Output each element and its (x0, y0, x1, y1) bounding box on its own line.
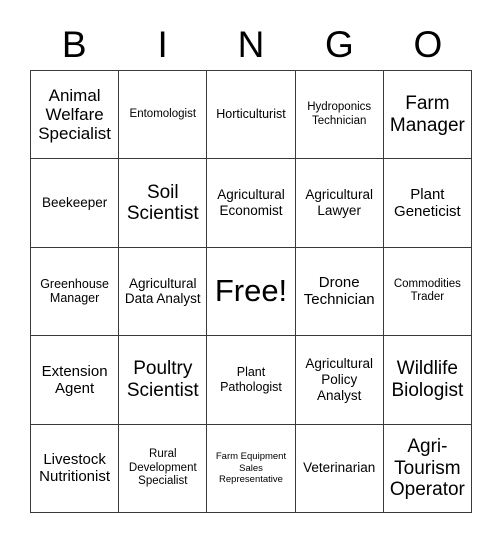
header-letter-i: I (157, 23, 168, 65)
bingo-cell[interactable]: Wildlife Biologist (383, 336, 472, 425)
bingo-cell-label: Entomologist (129, 107, 197, 120)
bingo-cell[interactable]: Entomologist (119, 71, 208, 160)
bingo-cell-label: Hydroponics Technician (307, 101, 372, 127)
bingo-cell-label: Farm Equipment Sales Representative (215, 450, 287, 486)
bingo-cell[interactable]: Greenhouse Manager (31, 247, 120, 337)
bingo-cell-label: Beekeeper (41, 195, 108, 211)
bingo-cell-free[interactable]: Free! (207, 247, 296, 337)
bingo-cell-label: Animal Welfare Specialist (38, 85, 111, 144)
header-letter-b: B (61, 23, 87, 65)
header-letter-o: O (413, 23, 443, 65)
bingo-cell[interactable]: Soil Scientist (119, 159, 208, 248)
bingo-cell[interactable]: Beekeeper (31, 159, 120, 248)
bingo-cell-label: Agricultural Data Analyst (124, 275, 201, 307)
header-letter-n: N (237, 23, 265, 65)
bingo-cell-label: Plant Geneticist (394, 185, 461, 221)
bingo-cell[interactable]: Farm Equipment Sales Representative (207, 424, 296, 513)
header-letter-g: G (325, 23, 354, 65)
bingo-cell-label: Agricultural Lawyer (305, 187, 373, 219)
bingo-cell-label: Horticulturist (216, 107, 286, 122)
bingo-cell[interactable]: Agri- Tourism Operator (383, 424, 472, 513)
bingo-cell[interactable]: Livestock Nutritionist (31, 424, 120, 513)
bingo-cell[interactable]: Rural Development Specialist (119, 424, 208, 513)
bingo-cell-label: Farm Manager (389, 93, 465, 136)
bingo-cell-label: Commodities Trader (393, 277, 461, 304)
bingo-cell[interactable]: Plant Geneticist (383, 159, 472, 248)
bingo-cell[interactable]: Agricultural Economist (207, 159, 296, 248)
bingo-cell[interactable]: Commodities Trader (383, 247, 472, 337)
bingo-cell-label: Veterinarian (303, 460, 376, 476)
bingo-cell[interactable]: Agricultural Policy Analyst (295, 336, 384, 425)
bingo-header: B I N G O (30, 18, 472, 70)
bingo-cell-label: Free! (214, 273, 288, 309)
bingo-cell-label: Greenhouse Manager (40, 276, 109, 306)
bingo-cell-label: Agricultural Policy Analyst (305, 356, 373, 403)
bingo-cell-label: Plant Pathologist (220, 365, 282, 394)
bingo-cell[interactable]: Horticulturist (207, 71, 296, 160)
bingo-cell[interactable]: Extension Agent (31, 336, 120, 425)
bingo-grid: Animal Welfare Specialist Entomologist Hor… (30, 70, 472, 513)
bingo-cell-label: Poultry Scientist (126, 358, 199, 401)
bingo-cell[interactable]: Agricultural Lawyer (295, 159, 384, 248)
bingo-cell[interactable]: Drone Technician (295, 247, 384, 337)
bingo-cell-label: Rural Development Specialist (128, 447, 197, 488)
bingo-cell[interactable]: Veterinarian (295, 424, 384, 513)
bingo-cell-label: Agri- Tourism Operator (389, 436, 465, 501)
bingo-cell-label: Soil Scientist (126, 181, 199, 225)
bingo-cell[interactable]: Plant Pathologist (207, 336, 296, 425)
bingo-cell-label: Drone Technician (303, 274, 375, 309)
bingo-cell-label: Extension Agent (41, 362, 108, 397)
bingo-cell[interactable]: Farm Manager (383, 71, 472, 160)
bingo-cell-label: Agricultural Economist (217, 187, 285, 219)
bingo-cell-label: Livestock Nutritionist (39, 451, 111, 486)
bingo-cell[interactable]: Agricultural Data Analyst (119, 247, 208, 337)
bingo-card: B I N G O Animal Welfare Specialist Entom… (0, 0, 500, 544)
bingo-cell[interactable]: Animal Welfare Specialist (31, 71, 120, 160)
bingo-cell-label: Wildlife Biologist (391, 358, 464, 401)
bingo-cell[interactable]: Hydroponics Technician (295, 71, 384, 160)
bingo-cell[interactable]: Poultry Scientist (119, 336, 208, 425)
